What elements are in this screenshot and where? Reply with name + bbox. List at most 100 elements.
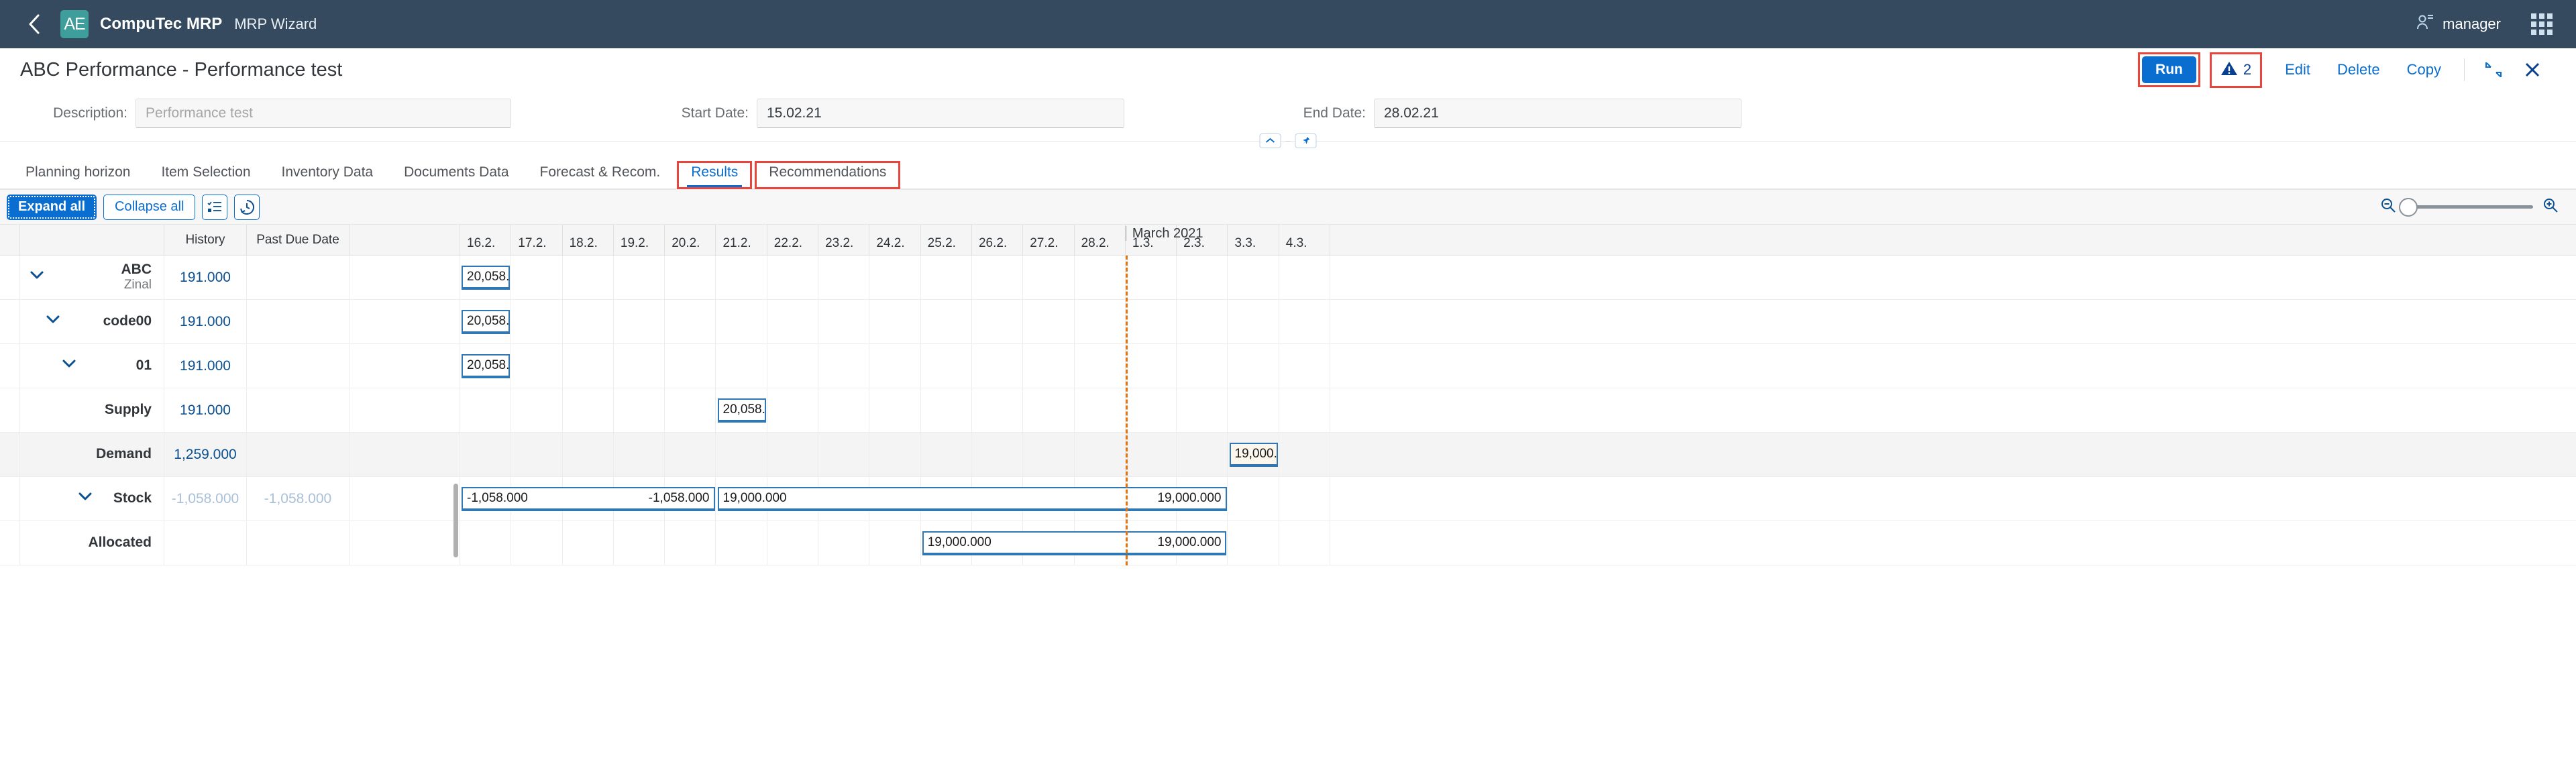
timeline-cell[interactable] (921, 388, 972, 432)
timeline-cell[interactable] (1228, 300, 1279, 343)
timeline-cell[interactable] (1023, 344, 1074, 388)
timeline-cell[interactable] (1023, 300, 1074, 343)
timeline-cell[interactable] (1177, 388, 1228, 432)
gantt-bar[interactable]: 20,058.000 (462, 266, 510, 290)
timeline-cell[interactable] (1023, 256, 1074, 299)
collapse-header-button[interactable] (1260, 133, 1281, 148)
timeline-cell[interactable] (511, 433, 562, 476)
gantt-bar[interactable]: 20,058.000 (462, 354, 510, 378)
timeline-cell[interactable] (1279, 521, 1330, 565)
exit-full-screen-icon[interactable] (2474, 57, 2513, 83)
timeline-cell[interactable] (665, 521, 716, 565)
timeline-cell[interactable] (869, 521, 920, 565)
timeline-cell[interactable] (767, 388, 818, 432)
timeline-cell[interactable] (767, 300, 818, 343)
timeline-cell[interactable] (665, 300, 716, 343)
timeline-cell[interactable] (869, 256, 920, 299)
timeline-cell[interactable] (1228, 388, 1279, 432)
timeline-cell[interactable] (869, 344, 920, 388)
timeline-cell[interactable] (1075, 256, 1126, 299)
timeline-cell[interactable] (511, 300, 562, 343)
gantt-bar[interactable]: 20,058.000 (718, 398, 766, 423)
timeline-cell[interactable] (767, 256, 818, 299)
zoom-slider-handle[interactable] (2399, 198, 2418, 217)
timeline-cell[interactable] (1177, 256, 1228, 299)
timeline-cell[interactable] (511, 344, 562, 388)
timeline-cell[interactable] (511, 256, 562, 299)
timeline-cell[interactable] (1126, 300, 1177, 343)
timeline-cell[interactable] (1075, 300, 1126, 343)
expand-all-button[interactable]: Expand all (7, 195, 97, 220)
timeline-cell[interactable] (563, 344, 614, 388)
timeline-cell[interactable] (1279, 477, 1330, 521)
timeline-cell[interactable] (614, 300, 665, 343)
timeline-cell[interactable] (511, 521, 562, 565)
timeline-cell[interactable] (818, 388, 869, 432)
timeline-cell[interactable] (818, 344, 869, 388)
timeline-cell[interactable] (614, 521, 665, 565)
timeline-cell[interactable] (460, 388, 511, 432)
table-row[interactable]: code00191.00020,058.000 (0, 300, 2576, 344)
timeline-cell[interactable] (1126, 433, 1177, 476)
gantt-bar[interactable]: 19,000.000 (1230, 443, 1278, 467)
start-date-input[interactable] (757, 99, 1124, 128)
back-chevron-icon[interactable] (16, 6, 52, 42)
timeline-cell[interactable] (665, 256, 716, 299)
timeline-cell[interactable] (869, 388, 920, 432)
timeline-cell[interactable] (1126, 388, 1177, 432)
timeline-cell[interactable] (716, 344, 767, 388)
timeline-cell[interactable] (921, 256, 972, 299)
zoom-slider[interactable] (2406, 205, 2533, 209)
description-input[interactable] (136, 99, 511, 128)
timeline-cell[interactable] (767, 344, 818, 388)
timeline-cell[interactable] (716, 300, 767, 343)
timeline-cell[interactable] (1228, 256, 1279, 299)
timeline-cell[interactable] (972, 300, 1023, 343)
timeline-cell[interactable] (665, 433, 716, 476)
timeline-cell[interactable] (1075, 344, 1126, 388)
table-row[interactable]: 01191.00020,058.000 (0, 344, 2576, 388)
apps-grid-icon[interactable] (2530, 13, 2553, 36)
timeline-cell[interactable] (1279, 256, 1330, 299)
timeline-cell[interactable] (921, 433, 972, 476)
timeline-cell[interactable] (665, 344, 716, 388)
timeline-cell[interactable] (972, 256, 1023, 299)
timeline-cell[interactable] (921, 300, 972, 343)
edit-button[interactable]: Edit (2271, 56, 2324, 84)
tab-inventory-data[interactable]: Inventory Data (271, 164, 384, 188)
tab-recommendations[interactable]: Recommendations (758, 164, 897, 186)
timeline-cell[interactable] (1279, 300, 1330, 343)
timeline-cell[interactable] (1075, 388, 1126, 432)
user-menu[interactable]: manager (2416, 13, 2501, 36)
tab-planning-horizon[interactable]: Planning horizon (15, 164, 141, 188)
timeline-cell[interactable] (1228, 521, 1279, 565)
delete-button[interactable]: Delete (2324, 56, 2394, 84)
gantt-bar[interactable]: 19,000.00019,000.000 (718, 487, 1227, 511)
timeline-cell[interactable] (1279, 433, 1330, 476)
chevron-down-icon[interactable] (78, 492, 93, 506)
timeline-cell[interactable] (972, 344, 1023, 388)
timeline-cell[interactable] (921, 344, 972, 388)
timeline-cell[interactable] (1177, 344, 1228, 388)
timeline-cell[interactable] (767, 433, 818, 476)
vertical-scrollbar[interactable] (453, 484, 458, 557)
timeline-cell[interactable] (563, 433, 614, 476)
timeline-cell[interactable] (818, 521, 869, 565)
timeline-cell[interactable] (614, 344, 665, 388)
table-row[interactable]: Supply191.00020,058.000 (0, 388, 2576, 433)
timeline-cell[interactable] (460, 433, 511, 476)
tab-forecast-recom[interactable]: Forecast & Recom. (529, 164, 672, 188)
chevron-down-icon[interactable] (30, 270, 44, 285)
timeline-cell[interactable] (818, 256, 869, 299)
pin-header-button[interactable] (1295, 133, 1317, 148)
collapse-all-button[interactable]: Collapse all (103, 195, 195, 220)
timeline-cell[interactable] (818, 300, 869, 343)
table-row[interactable]: Demand1,259.00019,000.000 (0, 433, 2576, 477)
timeline-cell[interactable] (1177, 300, 1228, 343)
run-button[interactable]: Run (2142, 56, 2196, 83)
clock-history-icon[interactable] (234, 195, 260, 220)
timeline-cell[interactable] (563, 300, 614, 343)
timeline-cell[interactable] (716, 256, 767, 299)
timeline-cell[interactable] (869, 300, 920, 343)
timeline-cell[interactable] (1126, 256, 1177, 299)
